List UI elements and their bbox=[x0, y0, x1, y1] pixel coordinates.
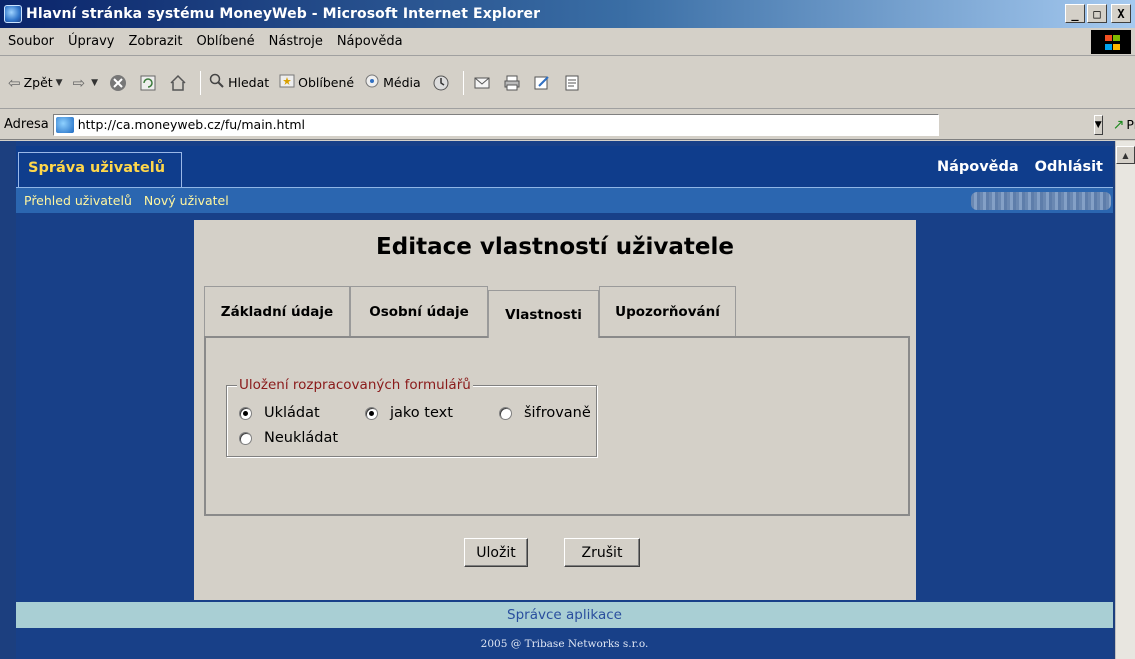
mail-icon[interactable] bbox=[472, 73, 492, 93]
subnav-users-overview[interactable]: Přehled uživatelů bbox=[24, 193, 132, 208]
radio-save[interactable]: Ukládat bbox=[239, 405, 320, 421]
address-box[interactable] bbox=[52, 113, 939, 136]
tab-notifications[interactable]: Upozorňování bbox=[599, 286, 736, 336]
top-right-links: Nápověda Odhlásit bbox=[937, 159, 1103, 175]
favorites-button[interactable]: Oblíbené bbox=[279, 73, 354, 93]
decorative-graphic bbox=[971, 192, 1111, 210]
toolbar: ⇦ Zpět ▼ ⇨ ▼ Hledat Oblíbené Média bbox=[0, 57, 1135, 109]
tab-personal-info[interactable]: Osobní údaje bbox=[350, 286, 488, 336]
copyright-text: 2005 @ Tribase Networks s.r.o. bbox=[480, 638, 649, 650]
address-label: Adresa bbox=[4, 117, 49, 132]
favorites-icon bbox=[279, 73, 295, 93]
tab-panel: Uložení rozpracovaných formulářů Ukládat… bbox=[204, 336, 910, 516]
fieldset-legend: Uložení rozpracovaných formulářů bbox=[237, 377, 473, 393]
top-navigation: Správa uživatelů Nápověda Odhlásit bbox=[16, 146, 1113, 187]
footer-bar: Správce aplikace bbox=[16, 602, 1113, 628]
menu-view[interactable]: Zobrazit bbox=[128, 34, 182, 49]
help-link[interactable]: Nápověda bbox=[937, 159, 1019, 175]
radio-encrypted-label: šifrovaně bbox=[524, 405, 591, 421]
window-controls: _ □ X bbox=[1065, 4, 1131, 23]
refresh-icon[interactable] bbox=[138, 73, 158, 93]
scroll-up-button[interactable]: ▲ bbox=[1116, 146, 1135, 164]
minimize-button[interactable]: _ bbox=[1065, 4, 1085, 23]
history-icon[interactable] bbox=[431, 73, 451, 93]
content-panel: Editace vlastností uživatele Základní úd… bbox=[194, 220, 916, 600]
subnav-new-user[interactable]: Nový uživatel bbox=[144, 193, 229, 208]
menu-file[interactable]: Soubor bbox=[8, 34, 54, 49]
home-icon[interactable] bbox=[168, 73, 188, 93]
favorites-label: Oblíbené bbox=[298, 75, 355, 90]
vertical-scrollbar[interactable]: ▲ bbox=[1115, 141, 1135, 659]
save-forms-fieldset: Uložení rozpracovaných formulářů Ukládat… bbox=[226, 377, 597, 457]
search-label: Hledat bbox=[228, 75, 270, 90]
page-viewport: Správa uživatelů Nápověda Odhlásit Přehl… bbox=[0, 141, 1135, 659]
search-button[interactable]: Hledat bbox=[209, 73, 269, 93]
maximize-button[interactable]: □ bbox=[1087, 4, 1107, 23]
go-button[interactable]: ↗ Přejít bbox=[1113, 117, 1135, 133]
window-titlebar: Hlavní stránka systému MoneyWeb - Micros… bbox=[0, 0, 1135, 28]
stop-icon[interactable] bbox=[108, 73, 128, 93]
dropdown-arrow-icon[interactable]: ▼ bbox=[91, 78, 98, 88]
menu-help[interactable]: Nápověda bbox=[337, 34, 403, 49]
forward-button[interactable]: ⇨ ▼ bbox=[73, 74, 99, 92]
radio-save-input[interactable] bbox=[239, 406, 252, 420]
menu-edit[interactable]: Úpravy bbox=[68, 34, 114, 49]
radio-as-text-label: jako text bbox=[390, 405, 453, 421]
web-page: Správa uživatelů Nápověda Odhlásit Přehl… bbox=[16, 141, 1113, 659]
media-icon bbox=[364, 73, 380, 93]
radio-as-text-input[interactable] bbox=[365, 406, 378, 420]
forward-arrow-icon: ⇨ bbox=[72, 73, 86, 92]
ie-icon bbox=[4, 5, 22, 23]
page-title: Editace vlastností uživatele bbox=[376, 234, 734, 260]
go-label: Přejít bbox=[1126, 117, 1135, 132]
radio-dont-save[interactable]: Neukládat bbox=[239, 430, 338, 446]
print-icon[interactable] bbox=[502, 73, 522, 93]
radio-encrypted[interactable]: šifrovaně bbox=[499, 405, 591, 421]
search-icon bbox=[209, 73, 225, 93]
close-button[interactable]: X bbox=[1111, 4, 1131, 23]
address-dropdown-button[interactable]: ▼ bbox=[1093, 114, 1103, 135]
windows-logo-icon bbox=[1091, 30, 1131, 54]
page-icon bbox=[55, 116, 74, 133]
tab-strip: Základní údaje Osobní údaje Vlastnosti U… bbox=[204, 286, 910, 338]
media-button[interactable]: Média bbox=[364, 73, 421, 93]
save-button[interactable]: Uložit bbox=[464, 538, 528, 567]
dropdown-arrow-icon[interactable]: ▼ bbox=[56, 78, 63, 88]
sub-navigation: Přehled uživatelů Nový uživatel bbox=[16, 187, 1113, 213]
back-button[interactable]: ⇦ Zpět ▼ bbox=[8, 74, 63, 92]
go-arrow-icon: ↗ bbox=[1112, 116, 1125, 133]
tab-properties[interactable]: Vlastnosti bbox=[488, 290, 599, 338]
radio-dont-save-input[interactable] bbox=[239, 431, 252, 445]
logout-link[interactable]: Odhlásit bbox=[1035, 159, 1103, 175]
address-input[interactable] bbox=[77, 117, 938, 132]
tab-basic-info[interactable]: Základní údaje bbox=[204, 286, 350, 336]
menu-favorites[interactable]: Oblíbené bbox=[196, 34, 254, 49]
radio-encrypted-input[interactable] bbox=[499, 406, 512, 420]
address-bar: Adresa ▼ ↗ Přejít bbox=[0, 110, 1135, 140]
cancel-button[interactable]: Zrušit bbox=[564, 538, 640, 567]
radio-as-text[interactable]: jako text bbox=[365, 405, 453, 421]
back-label: Zpět bbox=[23, 75, 53, 90]
edit-icon[interactable] bbox=[532, 73, 552, 93]
media-label: Média bbox=[383, 75, 421, 90]
module-tab-user-management[interactable]: Správa uživatelů bbox=[18, 152, 182, 187]
footer-admin-link[interactable]: Správce aplikace bbox=[507, 607, 622, 623]
menu-bar: Soubor Úpravy Zobrazit Oblíbené Nástroje… bbox=[0, 28, 1135, 56]
toolbar-separator bbox=[200, 70, 202, 95]
toolbar-separator bbox=[462, 70, 464, 95]
radio-dont-save-label: Neukládat bbox=[264, 430, 339, 446]
back-arrow-icon: ⇦ bbox=[8, 73, 21, 92]
discuss-icon[interactable] bbox=[562, 73, 582, 93]
menu-tools[interactable]: Nástroje bbox=[269, 34, 323, 49]
radio-save-label: Ukládat bbox=[264, 405, 320, 421]
window-title: Hlavní stránka systému MoneyWeb - Micros… bbox=[26, 6, 541, 22]
